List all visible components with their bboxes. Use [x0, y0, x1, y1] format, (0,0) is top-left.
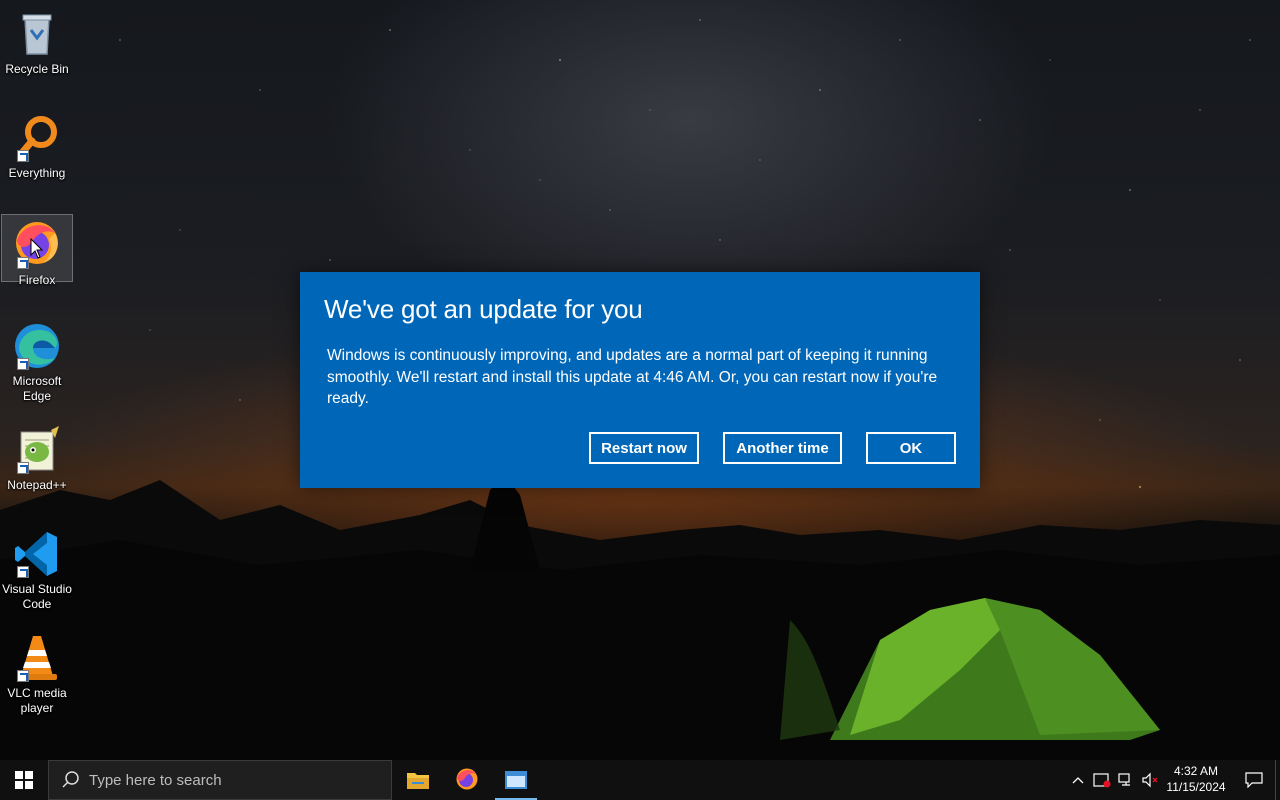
taskbar-file-explorer[interactable] — [394, 760, 442, 800]
shortcut-arrow-icon — [17, 257, 29, 269]
mouse-cursor-icon — [30, 238, 44, 259]
file-explorer-icon — [407, 773, 429, 789]
taskbar-firefox[interactable] — [443, 760, 491, 800]
mountains-and-tent — [0, 475, 1280, 760]
firefox-icon — [456, 768, 478, 790]
show-desktop-button[interactable] — [1275, 760, 1280, 800]
taskbar-clock[interactable]: 4:32 AM 11/15/2024 — [1160, 763, 1232, 797]
desktop-icon-label: Recycle Bin — [5, 62, 69, 76]
dialog-title: We've got an update for you — [324, 294, 643, 324]
ok-button[interactable]: OK — [866, 432, 956, 464]
shortcut-arrow-icon — [17, 566, 29, 578]
desktop-icon-microsoft-edge[interactable]: Microsoft Edge — [1, 316, 73, 404]
taskbar-search-box[interactable]: Type here to search — [48, 760, 392, 800]
notification-icon — [1245, 772, 1263, 788]
desktop-icon-label: Everything — [8, 166, 66, 180]
search-icon — [61, 770, 81, 790]
desktop-icon-label: Notepad++ — [7, 478, 67, 492]
another-time-button[interactable]: Another time — [723, 432, 842, 464]
window-icon — [505, 771, 527, 789]
search-placeholder: Type here to search — [89, 771, 222, 789]
desktop-icon-label: Microsoft Edge — [12, 374, 62, 403]
update-dialog: We've got an update for you Windows is c… — [300, 272, 980, 488]
action-center-button[interactable] — [1234, 760, 1274, 800]
restart-now-button[interactable]: Restart now — [589, 432, 699, 464]
desktop-icon-everything[interactable]: Everything — [1, 108, 73, 181]
shortcut-arrow-icon — [17, 150, 29, 162]
desktop-icon-vscode[interactable]: Visual Studio Code — [1, 524, 73, 612]
dialog-message: Windows is continuously improving, and u… — [327, 347, 938, 407]
clock-date: 11/15/2024 — [1166, 780, 1226, 794]
taskbar-update-window[interactable] — [492, 760, 540, 800]
network-icon[interactable] — [1116, 770, 1136, 790]
windows-logo-icon — [15, 771, 33, 789]
shortcut-arrow-icon — [17, 670, 29, 682]
desktop-icon-notepad-plus-plus[interactable]: Notepad++ — [1, 420, 73, 493]
desktop-icon-label: VLC media player — [7, 686, 67, 715]
start-button[interactable] — [0, 760, 48, 800]
shortcut-arrow-icon — [17, 462, 29, 474]
everything-search-icon — [11, 112, 63, 164]
vlc-icon — [11, 632, 63, 684]
taskbar: Type here to search 4:32 AM 11/15/2024 — [0, 760, 1280, 800]
vscode-icon — [11, 528, 63, 580]
desktop-icon-vlc[interactable]: VLC media player — [1, 628, 73, 716]
chevron-up-icon[interactable] — [1068, 770, 1088, 790]
desktop-icon-label: Firefox — [18, 273, 56, 287]
edge-icon — [11, 320, 63, 372]
notepad-plus-plus-icon — [11, 424, 63, 476]
desktop-icon-label: Visual Studio Code — [2, 582, 72, 611]
shortcut-arrow-icon — [17, 358, 29, 370]
desktop-icon-recycle-bin[interactable]: Recycle Bin — [1, 4, 73, 77]
security-icon[interactable] — [1092, 770, 1112, 790]
volume-muted-icon[interactable] — [1140, 770, 1160, 790]
clock-time: 4:32 AM — [1173, 764, 1219, 778]
recycle-bin-icon — [11, 8, 63, 60]
